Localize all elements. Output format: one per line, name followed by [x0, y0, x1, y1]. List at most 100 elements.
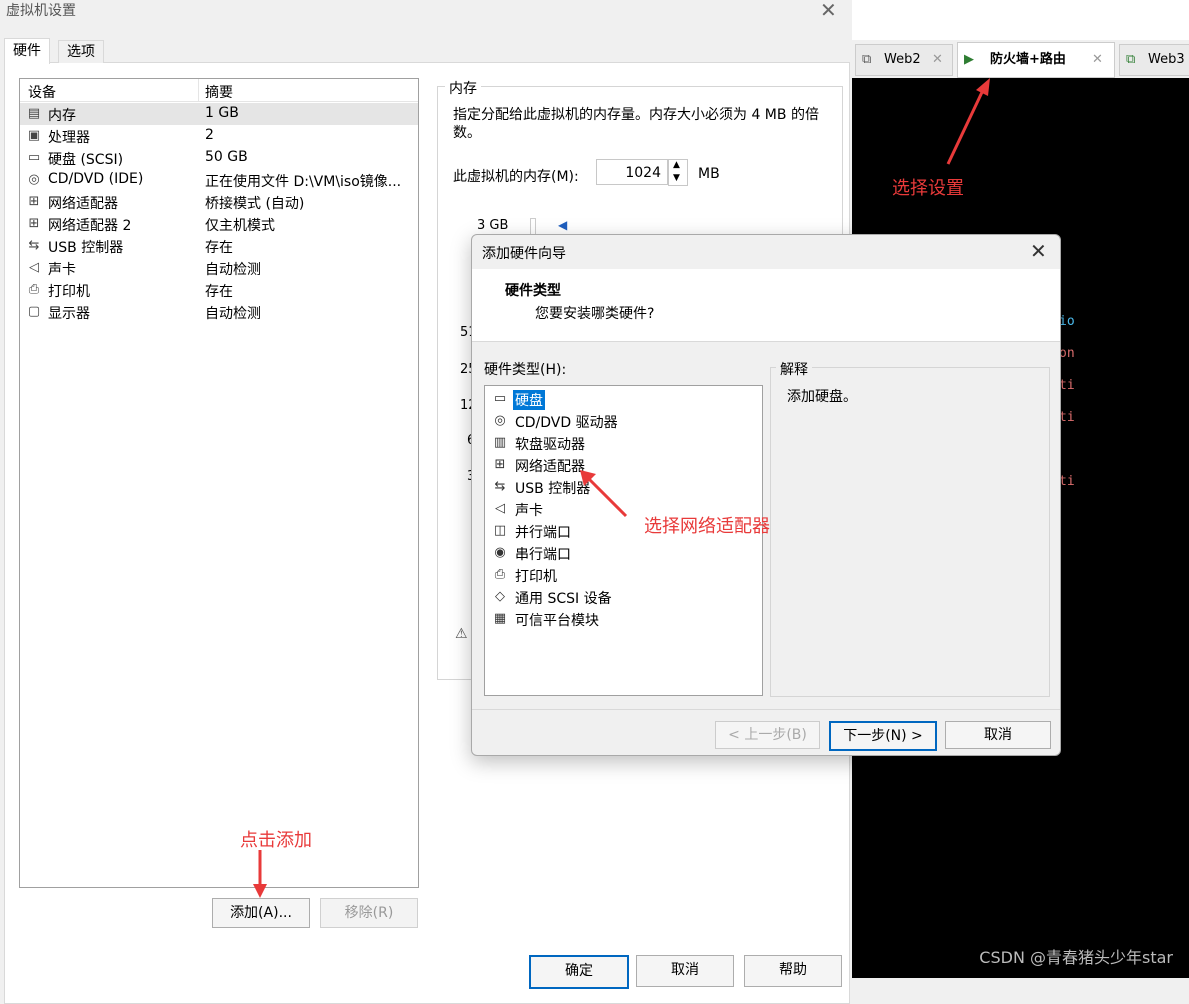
device-name: USB 控制器: [48, 240, 124, 256]
tab-hardware[interactable]: 硬件: [4, 38, 50, 64]
device-row[interactable]: ▣ 处理器 2: [20, 125, 418, 147]
close-icon[interactable]: ✕: [932, 45, 943, 75]
parallel-port-icon: ◫: [493, 523, 507, 538]
explanation-text: 添加硬盘。: [787, 389, 857, 405]
device-row[interactable]: ◁ 声卡 自动检测: [20, 257, 418, 279]
device-name: 内存: [48, 108, 76, 124]
serial-port-icon: ◉: [494, 545, 506, 560]
device-list-header: 设备 摘要: [20, 79, 418, 102]
vm-running-icon: ⧉: [1126, 52, 1136, 67]
ok-button[interactable]: 确定: [529, 955, 629, 989]
help-button[interactable]: 帮助: [744, 955, 842, 987]
annotation-select-settings: 选择设置: [892, 178, 964, 199]
device-list[interactable]: 设备 摘要 ▤ 内存 1 GB ▣ 处理器 2 ▭ 硬盘 (SCSI) 50 GB ◎ CD/DVD…: [19, 78, 419, 888]
tpm-icon: ▦: [493, 611, 507, 626]
device-row[interactable]: ◎ CD/DVD (IDE) 正在使用文件 D:\VM\iso镜像...: [20, 169, 418, 191]
vm-tab-web3[interactable]: ⧉ Web3: [1119, 44, 1189, 76]
divider: [472, 709, 1060, 710]
sound-icon: ◁: [495, 501, 505, 516]
explanation-group: [770, 367, 1050, 697]
device-summary: 存在: [205, 240, 233, 256]
vm-icon: ⧉: [862, 52, 872, 67]
sound-icon: ◁: [29, 260, 39, 275]
explanation-title: 解释: [776, 359, 812, 379]
floppy-icon: ▥: [493, 435, 507, 450]
column-device[interactable]: 设备: [28, 82, 56, 102]
hardware-type-label: CD/DVD 驱动器: [515, 415, 618, 431]
vm-running-icon: ▶: [964, 52, 974, 67]
device-row[interactable]: ⊞ 网络适配器 2 仅主机模式: [20, 213, 418, 235]
scsi-icon: ◇: [495, 589, 505, 604]
memory-slider-marker-icon[interactable]: ◀: [558, 218, 567, 232]
remove-button[interactable]: 移除(R): [320, 898, 418, 928]
wizard-title: 添加硬件向导: [482, 246, 566, 262]
column-summary[interactable]: 摘要: [205, 82, 233, 102]
device-summary: 自动检测: [205, 306, 261, 322]
memory-scale-top: 3 GB: [477, 218, 509, 233]
back-button[interactable]: < 上一步(B): [715, 721, 820, 749]
disk-icon: ▭: [493, 391, 507, 406]
spin-down-icon[interactable]: ▼: [673, 173, 680, 183]
device-summary: 正在使用文件 D:\VM\iso镜像...: [205, 174, 402, 190]
device-name: CD/DVD (IDE): [48, 171, 144, 187]
vm-tab-web2[interactable]: ⧉ Web2 ✕: [855, 44, 953, 76]
device-summary: 存在: [205, 284, 233, 300]
device-name: 声卡: [48, 262, 76, 278]
terminal-text: on: [1059, 346, 1075, 361]
memory-spinner[interactable]: ▲ ▼: [668, 159, 688, 186]
annotation-select-network: 选择网络适配器: [644, 516, 770, 537]
next-button[interactable]: 下一步(N) >: [829, 721, 937, 751]
hardware-type-label: 硬盘: [513, 390, 545, 410]
network-icon: ⊞: [494, 457, 506, 472]
device-row[interactable]: ⇆ USB 控制器 存在: [20, 235, 418, 257]
device-row[interactable]: ▢ 显示器 自动检测: [20, 301, 418, 323]
cd-icon: ◎: [494, 413, 506, 428]
memory-input[interactable]: 1024: [596, 159, 668, 185]
device-row[interactable]: ▭ 硬盘 (SCSI) 50 GB: [20, 147, 418, 169]
hardware-type-label: 软盘驱动器: [515, 437, 585, 453]
hardware-type-label: 硬件类型(H):: [484, 362, 567, 378]
network-icon: ⊞: [28, 216, 40, 231]
device-name: 硬盘 (SCSI): [48, 152, 124, 168]
hardware-type-label: 声卡: [515, 503, 543, 519]
close-icon[interactable]: ✕: [820, 0, 837, 22]
terminal-text: io: [1059, 314, 1075, 329]
wizard-subheading: 您要安装哪类硬件?: [535, 306, 655, 322]
terminal-text: ti: [1059, 410, 1075, 425]
device-name: 网络适配器: [48, 196, 118, 212]
hardware-type-label: 并行端口: [515, 525, 571, 541]
device-summary: 2: [205, 127, 214, 143]
right-top-area: [852, 0, 1189, 40]
device-name: 处理器: [48, 130, 90, 146]
terminal-text: ti: [1059, 474, 1075, 489]
terminal-text: ti: [1059, 378, 1075, 393]
tab-options[interactable]: 选项: [58, 40, 104, 63]
printer-icon: ⎙: [28, 282, 40, 297]
device-summary: 1 GB: [205, 105, 239, 121]
memory-label: 此虚拟机的内存(M):: [453, 169, 579, 185]
wizard-cancel-button[interactable]: 取消: [945, 721, 1051, 749]
device-row[interactable]: ⎙ 打印机 存在: [20, 279, 418, 301]
memory-icon: ▤: [27, 106, 41, 121]
device-summary: 仅主机模式: [205, 218, 275, 234]
column-divider: [198, 79, 199, 101]
add-button[interactable]: 添加(A)...: [212, 898, 310, 928]
cd-icon: ◎: [28, 172, 40, 187]
spin-up-icon[interactable]: ▲: [673, 160, 680, 170]
cancel-button[interactable]: 取消: [636, 955, 734, 987]
device-summary: 自动检测: [205, 262, 261, 278]
usb-icon: ⇆: [28, 238, 40, 253]
wizard-heading: 硬件类型: [505, 283, 561, 299]
disk-icon: ▭: [27, 150, 41, 165]
close-icon[interactable]: ✕: [1092, 43, 1103, 77]
watermark: CSDN @青春猪头少年star: [979, 948, 1173, 967]
device-row[interactable]: ▤ 内存 1 GB: [20, 103, 418, 125]
close-icon[interactable]: ✕: [1030, 239, 1047, 263]
hardware-type-list[interactable]: ▭ 硬盘 ◎ CD/DVD 驱动器 ▥ 软盘驱动器 ⊞ 网络适配器 ⇆ USB 控制器 ◁ 声卡 ◫ 并行…: [484, 385, 763, 696]
annotation-arrow: [580, 470, 628, 518]
hardware-type-label: 打印机: [515, 569, 557, 585]
vm-tab-firewall-router[interactable]: ▶ 防火墙+路由 ✕: [957, 42, 1115, 78]
warning-icon: ⚠: [455, 626, 468, 642]
network-icon: ⊞: [28, 194, 40, 209]
device-row[interactable]: ⊞ 网络适配器 桥接模式 (自动): [20, 191, 418, 213]
